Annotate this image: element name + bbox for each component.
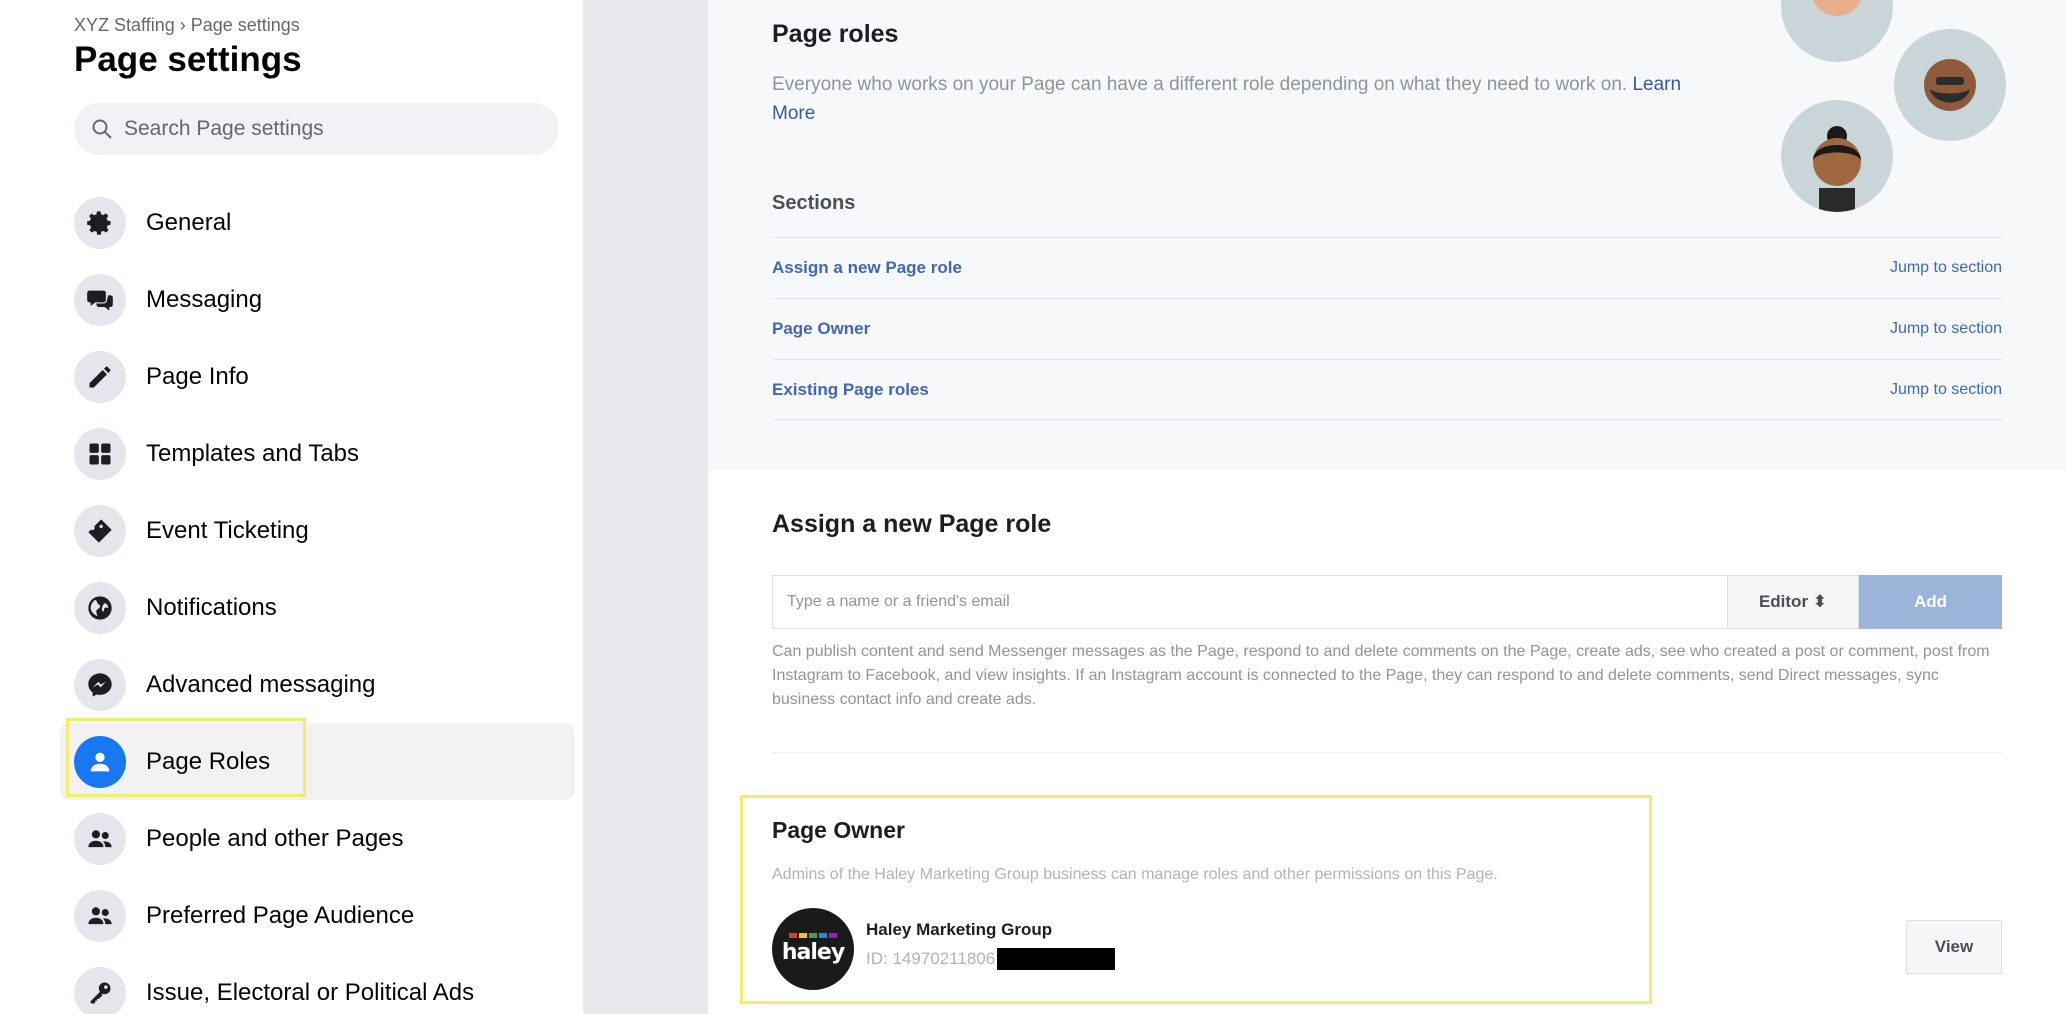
people-icon (74, 812, 126, 865)
sections-list: Assign a new Page role Jump to section P… (772, 237, 2002, 420)
sidebar-item-advanced-messaging[interactable]: Advanced messaging (60, 646, 575, 723)
jump-to-section-link[interactable]: Jump to section (1890, 259, 2002, 277)
assign-role-card: Assign a new Page role Editor ⬍ Add Can … (708, 480, 2066, 760)
search-input[interactable] (124, 117, 544, 141)
sidebar-item-label: Page Info (146, 362, 249, 390)
view-button[interactable]: View (1906, 920, 2002, 974)
page-roles-description: Everyone who works on your Page can have… (772, 70, 1722, 128)
section-row: Page Owner Jump to section (772, 298, 2002, 359)
person-icon (74, 735, 126, 788)
sidebar-item-messaging[interactable]: Messaging (60, 261, 575, 338)
grid-icon (74, 427, 126, 480)
sidebar-item-label: Preferred Page Audience (146, 901, 415, 929)
search-box[interactable] (74, 103, 559, 155)
jump-to-section-link[interactable]: Jump to section (1890, 381, 2002, 399)
settings-sidebar: XYZ Staffing › Page settings Page settin… (0, 0, 583, 1014)
sidebar-item-general[interactable]: General (60, 184, 575, 261)
section-link-assign[interactable]: Assign a new Page role (772, 258, 962, 278)
role-description: Can publish content and send Messenger m… (772, 643, 1990, 708)
sidebar-item-preferred-audience[interactable]: Preferred Page Audience (60, 877, 575, 954)
search-icon (92, 119, 112, 139)
chat-bubbles-icon (74, 273, 126, 326)
business-id: ID: 14970211806 (866, 948, 1116, 970)
page-roles-title: Page roles (772, 20, 899, 48)
sidebar-item-label: People and other Pages (146, 824, 404, 852)
section-row: Assign a new Page role Jump to section (772, 237, 2002, 298)
sidebar-item-political-ads[interactable]: Issue, Electoral or Political Ads (60, 954, 575, 1014)
redaction-bar (997, 948, 1116, 970)
logo-color-bars (789, 933, 837, 938)
people-icon (74, 889, 126, 942)
main-content: Page roles Everyone who works on your Pa… (708, 0, 2066, 1014)
page-owner-card: Page Owner Admins of the Haley Marketing… (708, 760, 2066, 1014)
sidebar-item-label: Templates and Tabs (146, 439, 360, 467)
sidebar-item-label: Issue, Electoral or Political Ads (146, 978, 475, 1006)
add-button[interactable]: Add (1859, 575, 2002, 629)
section-link-owner[interactable]: Page Owner (772, 319, 870, 339)
page-title: Page settings (74, 40, 302, 79)
sidebar-item-label: Page Roles (146, 747, 271, 775)
gutter (583, 0, 708, 1014)
sections-label: Sections (772, 192, 856, 214)
assign-role-title: Assign a new Page role (772, 510, 1052, 538)
sidebar-item-people-other-pages[interactable]: People and other Pages (60, 800, 575, 877)
messenger-icon (74, 658, 126, 711)
name-email-input[interactable] (772, 575, 1727, 629)
globe-icon (74, 581, 126, 634)
avatar-illustration-2 (1894, 29, 2006, 141)
assign-role-form: Editor ⬍ Add (772, 575, 2002, 629)
sidebar-item-label: Event Ticketing (146, 516, 309, 544)
jump-to-section-link[interactable]: Jump to section (1890, 320, 2002, 338)
sidebar-item-page-info[interactable]: Page Info (60, 338, 575, 415)
settings-nav: General Messaging Page Info Templates an… (60, 184, 575, 1014)
key-icon (74, 966, 126, 1014)
section-row: Existing Page roles Jump to section (772, 359, 2002, 420)
sidebar-item-label: Notifications (146, 593, 277, 621)
role-select[interactable]: Editor ⬍ (1727, 575, 1859, 629)
logo-wordmark: haley (781, 940, 845, 965)
divider (772, 752, 2002, 753)
sidebar-item-templates-tabs[interactable]: Templates and Tabs (60, 415, 575, 492)
sidebar-item-label: General (146, 208, 232, 236)
breadcrumb[interactable]: XYZ Staffing › Page settings (74, 15, 300, 36)
business-name: Haley Marketing Group (866, 920, 1053, 939)
gear-icon (74, 196, 126, 249)
sidebar-item-label: Advanced messaging (146, 670, 376, 698)
page-owner-title: Page Owner (772, 817, 905, 843)
page-roles-card: Page roles Everyone who works on your Pa… (708, 0, 2066, 470)
sidebar-item-event-ticketing[interactable]: Event Ticketing (60, 492, 575, 569)
page-roles-description-text: Everyone who works on your Page can have… (772, 74, 1628, 95)
business-logo: haley (772, 908, 854, 990)
sidebar-item-label: Messaging (146, 285, 263, 313)
sidebar-item-notifications[interactable]: Notifications (60, 569, 575, 646)
business-id-text: ID: 14970211806 (866, 949, 996, 968)
ticket-icon (74, 504, 126, 557)
sidebar-item-page-roles[interactable]: Page Roles (60, 723, 575, 800)
avatar-illustration-3 (1781, 100, 1893, 212)
section-link-existing-roles[interactable]: Existing Page roles (772, 380, 929, 400)
page-owner-description: Admins of the Haley Marketing Group busi… (772, 866, 1498, 883)
avatar-illustration-1 (1781, 0, 1893, 62)
pencil-icon (74, 350, 126, 403)
card-divider (708, 470, 2066, 480)
